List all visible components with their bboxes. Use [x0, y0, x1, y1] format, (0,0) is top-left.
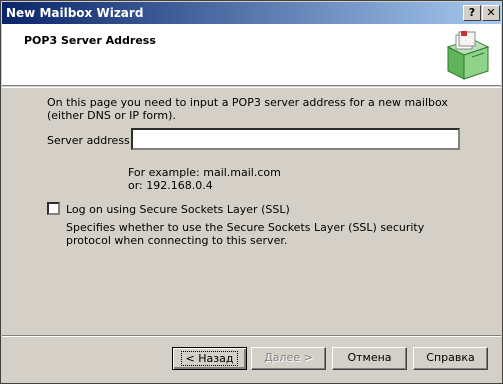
wizard-header: POP3 Server Address: [2, 24, 501, 86]
page-title: POP3 Server Address: [24, 34, 156, 47]
help-button-label: Справка: [426, 351, 475, 364]
intro-text: On this page you need to input a POP3 se…: [47, 96, 448, 122]
mailbox-icon: [446, 31, 490, 80]
close-button[interactable]: ✕: [482, 5, 500, 21]
next-button-label: Далее >: [264, 351, 313, 364]
help-button[interactable]: Справка: [413, 347, 488, 370]
ssl-checkbox[interactable]: [47, 202, 60, 215]
server-example: For example: mail.mail.com or: 192.168.0…: [128, 166, 281, 192]
wizard-window: New Mailbox Wizard ? ✕ POP3 Server Addre…: [0, 0, 503, 384]
example-line-1: For example: mail.mail.com: [128, 166, 281, 179]
example-line-2: or: 192.168.0.4: [128, 179, 213, 192]
next-button[interactable]: Далее >: [251, 347, 326, 370]
back-button-label: < Назад: [180, 351, 239, 366]
server-address-input[interactable]: [131, 128, 460, 150]
footer-divider: [2, 335, 501, 337]
server-address-label: Server address:: [47, 134, 134, 147]
ssl-checkbox-label[interactable]: Log on using Secure Sockets Layer (SSL): [66, 203, 290, 216]
title-bar: New Mailbox Wizard ? ✕: [2, 2, 501, 24]
back-button[interactable]: < Назад: [172, 347, 247, 370]
window-title: New Mailbox Wizard: [6, 6, 144, 20]
cancel-button-label: Отмена: [347, 351, 392, 364]
ssl-description: Specifies whether to use the Secure Sock…: [66, 221, 425, 247]
wizard-content: On this page you need to input a POP3 se…: [2, 88, 501, 336]
help-title-button[interactable]: ?: [463, 5, 481, 21]
cancel-button[interactable]: Отмена: [332, 347, 407, 370]
